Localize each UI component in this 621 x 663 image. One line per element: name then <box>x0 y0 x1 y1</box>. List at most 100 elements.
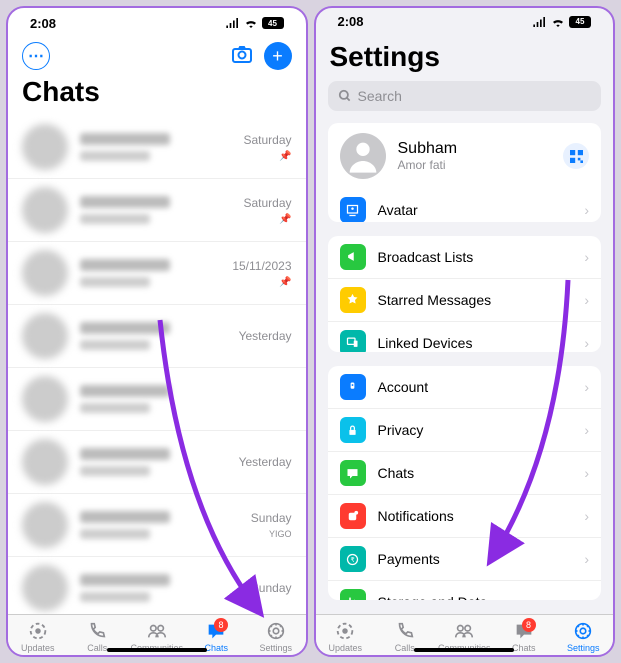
account-icon <box>340 374 366 400</box>
camera-icon[interactable] <box>230 42 254 66</box>
battery-icon: 45 <box>262 17 284 29</box>
pin-icon: 📌 <box>279 277 291 288</box>
chat-name-blur <box>80 196 170 208</box>
unread-badge: 8 <box>214 618 228 632</box>
chat-avatar <box>22 187 68 233</box>
settings-icon <box>572 620 594 642</box>
chat-row[interactable]: Yesterday <box>8 431 306 494</box>
new-chat-button[interactable]: + <box>264 42 292 70</box>
settings-label: Chats <box>378 465 585 481</box>
chat-tag: YIGO <box>269 529 292 539</box>
chevron-right-icon: › <box>584 292 589 308</box>
chat-msg-blur <box>80 151 150 161</box>
chat-row[interactable]: Saturday 📌 <box>8 179 306 242</box>
chat-list[interactable]: Saturday 📌 Saturday 📌 15/11/2023 📌 <box>8 116 306 614</box>
chat-msg-blur <box>80 592 150 602</box>
calls-icon <box>394 620 416 642</box>
chat-time: Yesterday <box>239 329 292 343</box>
profile-row[interactable]: Subham Amor fati <box>328 123 602 189</box>
chat-avatar <box>22 313 68 359</box>
page-title: Chats <box>8 70 306 116</box>
chat-name-blur <box>80 448 170 460</box>
chat-meta: Sunday YIGO <box>251 511 292 539</box>
chat-name-blur <box>80 385 170 397</box>
settings-row-chats[interactable]: Chats › <box>328 451 602 494</box>
tab-settings[interactable]: Settings <box>554 620 614 653</box>
communities-icon <box>146 620 168 642</box>
settings-row-starred-messages[interactable]: Starred Messages › <box>328 278 602 321</box>
chat-time: Sunday <box>251 581 292 595</box>
chats-icon <box>340 460 366 486</box>
chat-avatar <box>22 439 68 485</box>
settings-label: Notifications <box>378 508 585 524</box>
tab-label: Updates <box>21 643 55 653</box>
status-time: 2:08 <box>30 16 56 31</box>
chat-name-blur <box>80 133 170 145</box>
tab-updates[interactable]: Updates <box>316 620 376 653</box>
settings-row-storage-and-data[interactable]: Storage and Data › <box>328 580 602 600</box>
settings-row-payments[interactable]: ₹ Payments › <box>328 537 602 580</box>
chat-row[interactable]: Yesterday <box>8 305 306 368</box>
status-icons: 45 <box>226 17 284 29</box>
chevron-right-icon: › <box>584 422 589 438</box>
settings-row-notifications[interactable]: Notifications › <box>328 494 602 537</box>
chat-avatar <box>22 124 68 170</box>
settings-row-privacy[interactable]: Privacy › <box>328 408 602 451</box>
chat-row[interactable]: Sunday YIGO <box>8 494 306 557</box>
settings-label: Avatar <box>378 202 585 218</box>
updates-icon <box>334 620 356 642</box>
tab-label: Chats <box>204 643 228 653</box>
chat-name-blur <box>80 322 170 334</box>
chat-meta: Sunday <box>251 581 292 595</box>
tab-label: Settings <box>567 643 600 653</box>
payments-icon: ₹ <box>340 546 366 572</box>
chat-meta: 15/11/2023 📌 <box>232 259 291 288</box>
tab-label: Updates <box>328 643 362 653</box>
pin-icon: 📌 <box>279 151 291 162</box>
chats-toolbar: ⋯ + <box>8 38 306 70</box>
chat-msg-blur <box>80 277 150 287</box>
settings-row-avatar[interactable]: Avatar › <box>328 189 602 221</box>
chat-msg-blur <box>80 340 150 350</box>
chat-row[interactable]: Saturday 📌 <box>8 116 306 179</box>
notifications-icon <box>340 503 366 529</box>
settings-label: Starred Messages <box>378 292 585 308</box>
storage-and-data-icon <box>340 589 366 600</box>
page-title: Settings <box>316 35 614 81</box>
settings-icon <box>265 620 287 642</box>
pin-icon: 📌 <box>279 214 291 225</box>
unread-badge: 8 <box>522 618 536 632</box>
qr-icon[interactable] <box>563 143 589 169</box>
chat-avatar <box>22 565 68 611</box>
search-placeholder: Search <box>358 88 402 104</box>
chats-screen: 2:08 45 ⋯ + Chats Saturday 📌 S <box>6 6 308 657</box>
status-icons: 45 <box>533 16 591 28</box>
tab-label: Chats <box>512 643 536 653</box>
settings-row-account[interactable]: Account › <box>328 366 602 408</box>
calls-icon <box>86 620 108 642</box>
chevron-right-icon: › <box>584 594 589 600</box>
profile-status: Amor fati <box>398 158 564 172</box>
tab-settings[interactable]: Settings <box>246 620 306 653</box>
broadcast-lists-icon <box>340 244 366 270</box>
search-input[interactable]: Search <box>328 81 602 111</box>
status-time: 2:08 <box>338 14 364 29</box>
chat-meta: Saturday 📌 <box>243 196 291 225</box>
tab-updates[interactable]: Updates <box>8 620 68 653</box>
chat-name-blur <box>80 259 170 271</box>
settings-row-broadcast-lists[interactable]: Broadcast Lists › <box>328 236 602 278</box>
chat-row[interactable]: 15/11/2023 📌 <box>8 242 306 305</box>
chat-meta: Yesterday <box>239 455 292 469</box>
more-icon[interactable]: ⋯ <box>22 42 50 70</box>
chevron-right-icon: › <box>584 379 589 395</box>
battery-icon: 45 <box>569 16 591 28</box>
profile-avatar-icon <box>340 133 386 179</box>
settings-row-linked-devices[interactable]: Linked Devices › <box>328 321 602 353</box>
updates-icon <box>27 620 49 642</box>
chat-time: Saturday <box>243 133 291 147</box>
chat-row[interactable]: Sunday <box>8 557 306 614</box>
settings-label: Account <box>378 379 585 395</box>
chevron-right-icon: › <box>584 202 589 218</box>
settings-screen: 2:08 45 Settings Search Subham Amor fati <box>314 6 616 657</box>
chat-row[interactable] <box>8 368 306 431</box>
